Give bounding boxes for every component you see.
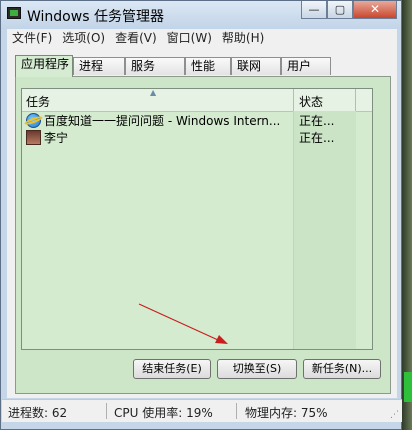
tab-users[interactable]: 用户 [281,57,331,75]
menu-options[interactable]: 选项(O) [57,29,110,48]
tab-networking[interactable]: 联网 [231,57,281,75]
status-divider [236,403,237,419]
tab-processes[interactable]: 进程 [73,57,125,75]
menu-bar: 文件(F) 选项(O) 查看(V) 窗口(W) 帮助(H) [7,29,397,48]
tab-applications[interactable]: 应用程序 [15,55,73,77]
end-task-button[interactable]: 结束任务(E) [133,359,211,379]
memory-usage: 物理内存: 75% [245,406,328,420]
tab-performance[interactable]: 性能 [185,57,231,75]
cpu-usage: CPU 使用率: 19% [114,406,213,420]
resize-grip-icon[interactable]: ⋰ [390,410,399,420]
new-task-button[interactable]: 新任务(N)... [303,359,381,379]
title-bar[interactable]: Windows 任务管理器 — ▢ ✕ [1,1,401,29]
tab-services[interactable]: 服务 [125,57,185,75]
window-title: Windows 任务管理器 [27,9,164,25]
close-button[interactable]: ✕ [353,1,397,19]
task-list[interactable]: 任务 ▲ 状态 百度知道一一提问问题 - Windows Intern... 正… [21,88,373,350]
red-annotation-arrow [138,303,228,344]
desktop-background-edge [402,0,412,430]
menu-file[interactable]: 文件(F) [7,29,57,48]
switch-to-button[interactable]: 切换至(S) [217,359,297,379]
status-bar: 进程数: 62 CPU 使用率: 19% 物理内存: 75% ⋰ [2,399,402,422]
caption-buttons: — ▢ ✕ [301,1,397,20]
process-count: 进程数: 62 [8,406,68,420]
maximize-button[interactable]: ▢ [327,1,353,19]
desktop-green-element [404,372,412,402]
menu-window[interactable]: 窗口(W) [162,29,217,48]
menu-help[interactable]: 帮助(H) [217,29,269,48]
minimize-button[interactable]: — [301,1,327,19]
status-divider [106,403,107,419]
task-manager-window: Windows 任务管理器 — ▢ ✕ 文件(F) 选项(O) 查看(V) 窗口… [0,0,402,430]
task-manager-app-icon [7,7,21,19]
menu-view[interactable]: 查看(V) [110,29,162,48]
client-area: 应用程序 进程 服务 性能 联网 用户 任务 ▲ 状态 百度知道一一提问问题 -… [7,48,397,398]
